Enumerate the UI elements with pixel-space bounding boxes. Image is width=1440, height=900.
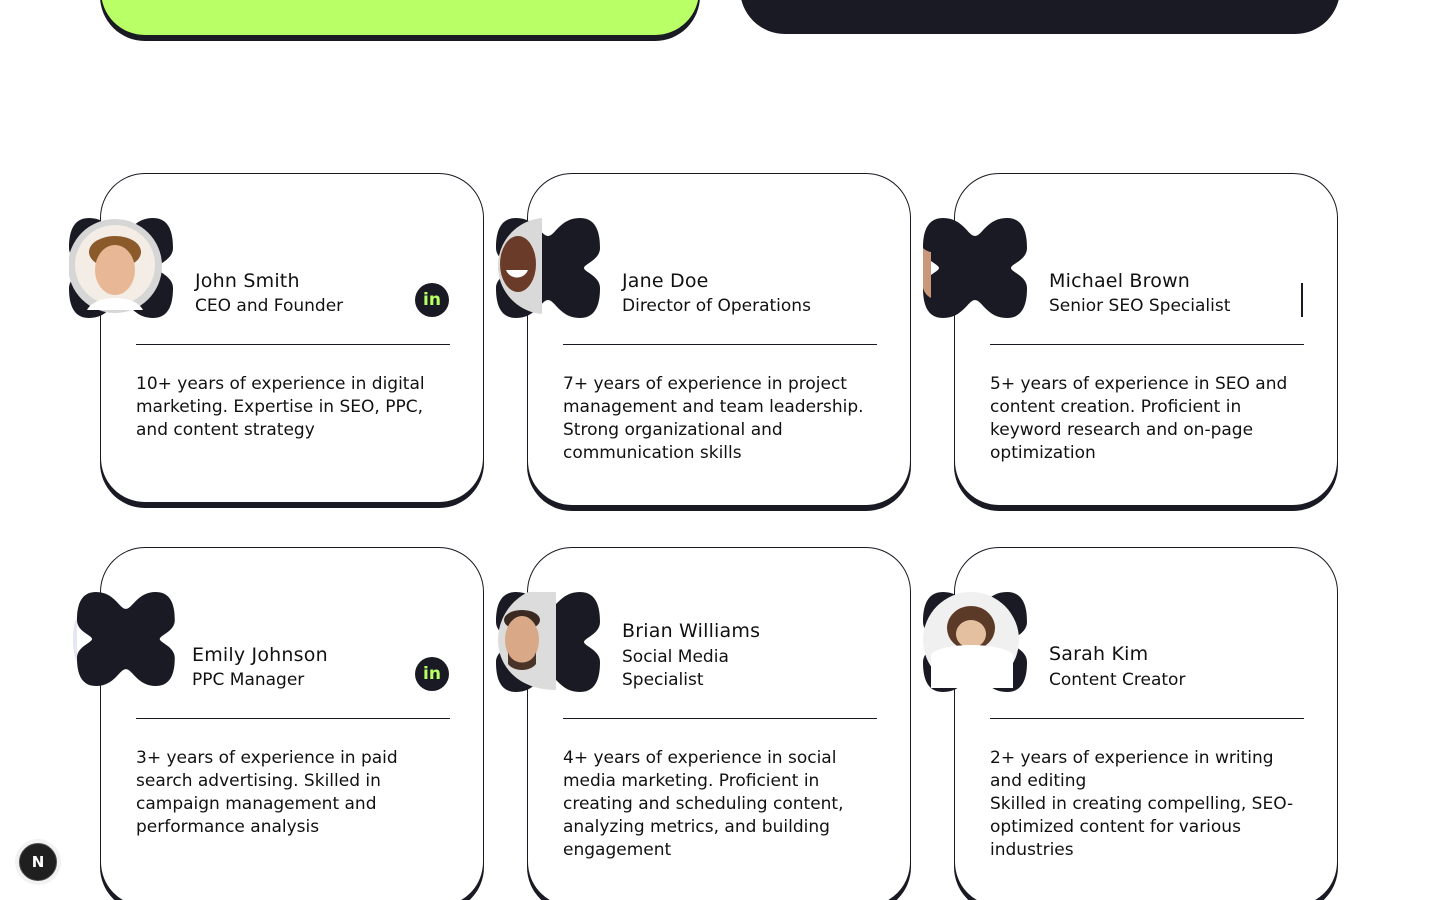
member-role: Social Media Specialist — [622, 647, 729, 690]
avatar — [923, 592, 1027, 692]
member-bio: 3+ years of experience in paid search ad… — [136, 748, 398, 837]
avatar — [496, 218, 600, 318]
avatar — [496, 592, 600, 692]
avatar-shape-icon — [496, 592, 600, 692]
dark-feature-card — [740, 0, 1340, 34]
avatar — [923, 218, 1027, 318]
member-role: Director of Operations — [622, 296, 811, 316]
avatar — [69, 218, 173, 318]
member-name: John Smith — [195, 270, 300, 292]
member-role: Senior SEO Specialist — [1049, 296, 1231, 316]
member-name: Jane Doe — [622, 270, 709, 292]
nextjs-icon[interactable]: N — [19, 843, 57, 881]
team-card: Jane Doe Director of Operations 7+ years… — [496, 173, 911, 506]
team-card: Sarah Kim Content Creator 2+ years of ex… — [923, 547, 1338, 900]
card-divider — [563, 718, 877, 719]
member-bio: 10+ years of experience in digital marke… — [136, 374, 425, 440]
card-divider — [990, 344, 1304, 345]
green-feature-card — [100, 0, 700, 36]
card-divider — [136, 718, 450, 719]
avatar-shape-icon — [923, 592, 1027, 692]
member-bio: 7+ years of experience in project manage… — [563, 374, 864, 463]
avatar-shape-icon — [496, 218, 600, 318]
member-name: Sarah Kim — [1049, 643, 1149, 665]
member-role: Content Creator — [1049, 670, 1186, 690]
member-bio: 4+ years of experience in social media m… — [563, 748, 844, 860]
page-viewport: John Smith CEO and Founder in 10+ years … — [0, 0, 1440, 900]
avatar-shape-icon — [923, 218, 1027, 318]
linkedin-icon[interactable] — [1301, 283, 1303, 317]
member-name: Brian Williams — [622, 620, 761, 642]
member-name: Michael Brown — [1049, 270, 1191, 292]
member-name: Emily Johnson — [192, 644, 328, 666]
linkedin-icon[interactable]: in — [415, 657, 449, 691]
card-divider — [563, 344, 877, 345]
card-divider — [990, 718, 1304, 719]
avatar-shape-icon — [69, 218, 173, 318]
member-bio: 5+ years of experience in SEO and conten… — [990, 374, 1288, 463]
member-role: CEO and Founder — [195, 296, 344, 316]
member-bio: 2+ years of experience in writing and ed… — [990, 748, 1294, 860]
team-card: Brian Williams Social Media Specialist 4… — [496, 547, 911, 900]
linkedin-icon[interactable]: in — [415, 283, 449, 317]
team-card: Emily Johnson PPC Manager in 3+ years of… — [73, 547, 484, 900]
avatar-shape-icon — [73, 592, 175, 686]
team-card: Michael Brown Senior SEO Specialist 5+ y… — [923, 173, 1338, 506]
team-card: John Smith CEO and Founder in 10+ years … — [69, 173, 484, 503]
card-divider — [136, 344, 450, 345]
member-role: PPC Manager — [192, 670, 305, 690]
avatar — [71, 592, 175, 692]
